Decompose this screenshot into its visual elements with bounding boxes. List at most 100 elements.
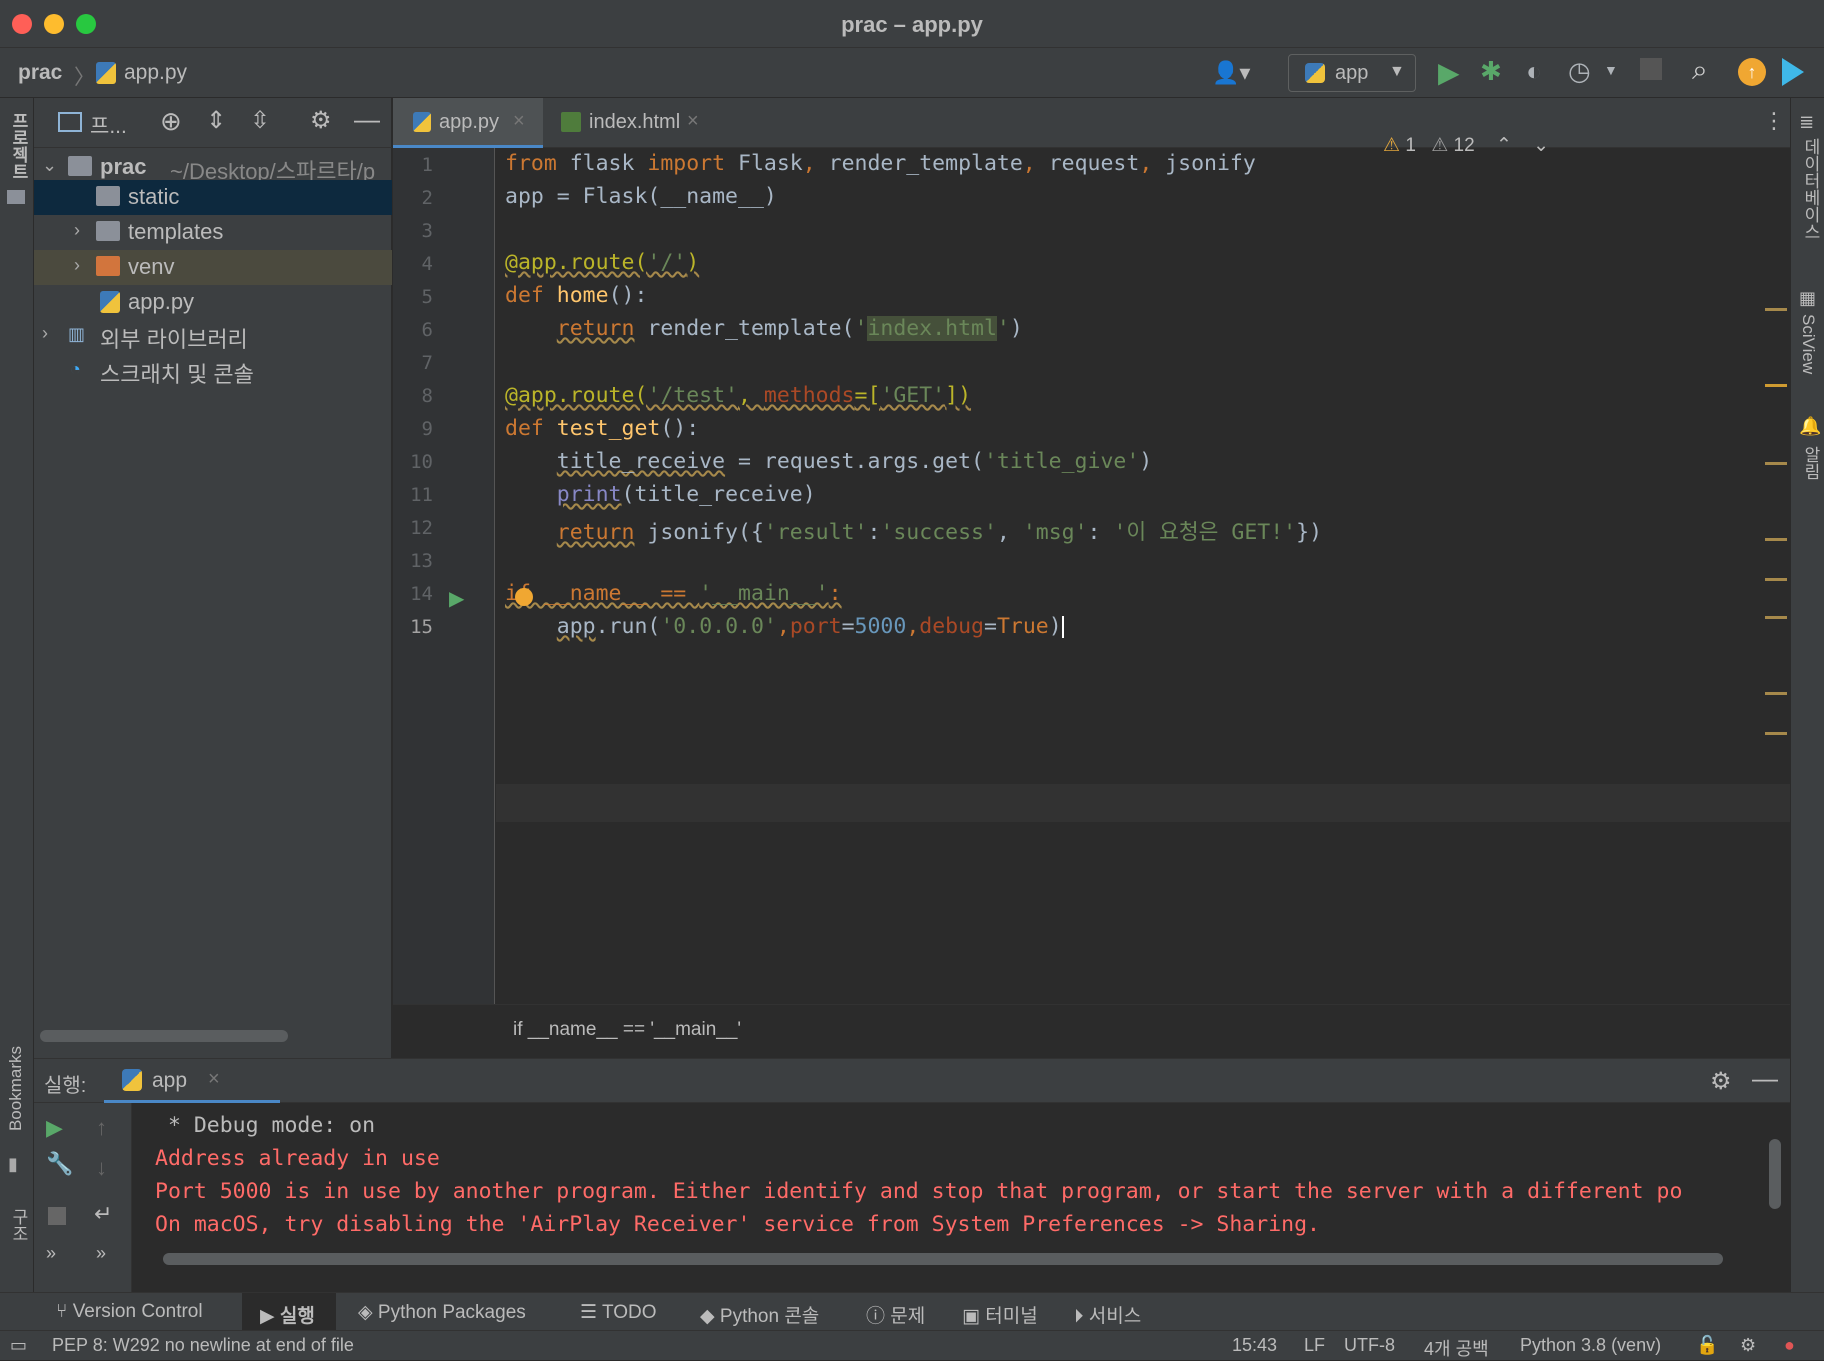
rerun-icon[interactable]: ▶ [46, 1115, 63, 1141]
horizontal-scrollbar[interactable] [163, 1253, 1723, 1265]
code-line[interactable]: if __name__ == '__main__': [505, 581, 842, 606]
hide-panel-icon[interactable]: — [354, 104, 380, 135]
chevron-right-icon[interactable]: › [74, 255, 80, 276]
locate-icon[interactable]: ⊕ [160, 106, 182, 137]
scroll-marker[interactable] [1765, 538, 1787, 541]
tab-app-py[interactable]: app.py × [393, 98, 543, 148]
tree-item-external-libraries[interactable]: › ▥ 외부 라이브러리 [34, 318, 392, 353]
code-line[interactable]: @app.route('/') [505, 250, 699, 275]
more-actions-icon[interactable]: » [96, 1243, 106, 1264]
python-interpreter[interactable]: Python 3.8 (venv) [1520, 1335, 1661, 1356]
gear-icon[interactable]: ⚙ [1710, 1067, 1732, 1096]
more-actions-icon[interactable]: » [46, 1243, 56, 1264]
tab-terminal[interactable]: ▣ 터미널 [962, 1293, 1038, 1331]
tab-todo[interactable]: ☰ TODO [580, 1293, 657, 1331]
error-icon[interactable]: ● [1784, 1335, 1795, 1356]
code-line[interactable]: def test_get(): [505, 416, 699, 441]
tree-item-venv[interactable]: › venv [34, 250, 392, 285]
code-with-me-icon[interactable] [1782, 58, 1804, 86]
project-view-icon[interactable] [58, 112, 82, 132]
debug-icon[interactable]: ✱ [1480, 56, 1502, 87]
notifications-tool-tab[interactable]: 알림 [1798, 446, 1823, 480]
scroll-marker[interactable] [1765, 308, 1787, 311]
console-output[interactable]: * Debug mode: on Address already in use … [133, 1103, 1790, 1293]
more-run-options-icon[interactable]: ▼ [1604, 62, 1618, 78]
caret-position[interactable]: 15:43 [1232, 1335, 1277, 1356]
line-separator[interactable]: LF [1304, 1335, 1325, 1356]
hide-panel-icon[interactable]: — [1752, 1063, 1778, 1094]
tab-version-control[interactable]: ⑂ Version Control [56, 1293, 203, 1331]
vertical-scrollbar[interactable] [1769, 1139, 1781, 1209]
lock-icon[interactable]: 🔓 [1696, 1335, 1718, 1356]
profile-icon[interactable]: ◷ [1568, 56, 1591, 87]
tab-run[interactable]: ▶ 실행 [242, 1293, 336, 1331]
collapse-all-icon[interactable]: ⇳ [250, 106, 270, 135]
project-tool-tab[interactable]: 프로젝트 [6, 112, 31, 180]
scroll-marker[interactable] [1765, 384, 1787, 387]
chevron-right-icon[interactable]: › [42, 323, 48, 344]
scroll-marker[interactable] [1765, 692, 1787, 695]
code-line[interactable]: @app.route('/test', methods=['GET']) [505, 383, 971, 408]
close-tab-icon[interactable]: × [513, 110, 525, 133]
breadcrumb-project[interactable]: prac [18, 61, 62, 85]
stop-icon[interactable] [1640, 58, 1662, 80]
run-gutter-icon[interactable]: ▶ [449, 586, 464, 611]
wrench-icon[interactable]: 🔧 [46, 1151, 73, 1177]
run-tab-app[interactable]: app × [104, 1059, 280, 1103]
tree-item-static[interactable]: static [34, 180, 392, 215]
close-tab-icon[interactable]: × [208, 1068, 220, 1091]
code-line[interactable]: return jsonify({'result':'success', 'msg… [505, 515, 1322, 546]
tab-python-packages[interactable]: ◈ Python Packages [358, 1293, 526, 1331]
close-tab-icon[interactable]: × [687, 110, 699, 133]
tree-item-templates[interactable]: › templates [34, 215, 392, 250]
project-panel-title[interactable]: 프... [90, 110, 127, 140]
scroll-marker[interactable] [1765, 462, 1787, 465]
more-tabs-icon[interactable]: ⋮ [1763, 108, 1785, 134]
code-line[interactable]: from flask import Flask, render_template… [505, 151, 1256, 176]
sciview-tool-tab[interactable]: SciView [1798, 314, 1818, 374]
scroll-marker[interactable] [1765, 578, 1787, 581]
code-line[interactable]: app = Flask(__name__) [505, 184, 777, 209]
breadcrumb-file[interactable]: app.py [124, 61, 187, 85]
run-icon[interactable]: ▶ [1438, 56, 1460, 89]
scroll-down-icon[interactable]: ↓ [96, 1155, 107, 1181]
tab-python-console[interactable]: ◆ Python 콘솔 [700, 1293, 819, 1331]
indent-setting[interactable]: 4개 공백 [1424, 1335, 1489, 1361]
status-message[interactable]: PEP 8: W292 no newline at end of file [52, 1335, 354, 1356]
scroll-marker[interactable] [1765, 732, 1787, 735]
layout-icon[interactable]: ▭ [10, 1335, 27, 1356]
inspection-widget[interactable]: ⚠ 1 ⚠ 12 ⌃ ⌄ [1383, 134, 1549, 157]
stop-icon[interactable] [48, 1207, 66, 1225]
intention-bulb-icon[interactable] [515, 588, 533, 606]
bookmarks-tool-tab[interactable]: Bookmarks [6, 1046, 26, 1131]
account-icon[interactable]: 👤▾ [1212, 60, 1250, 86]
tab-services[interactable]: ⏵ 서비스 [1074, 1293, 1141, 1331]
code-line[interactable]: app.run('0.0.0.0',port=5000,debug=True) [505, 614, 1064, 639]
horizontal-scrollbar[interactable] [40, 1030, 288, 1042]
scroll-marker[interactable] [1765, 616, 1787, 619]
tree-item-scratches[interactable]: ◔ 스크래치 및 콘솔 [34, 353, 392, 388]
next-problem-icon[interactable]: ⌄ [1533, 135, 1549, 156]
code-line[interactable]: return render_template('index.html') [505, 316, 1023, 341]
code-line[interactable]: title_receive = request.args.get('title_… [505, 449, 1152, 474]
run-configuration-select[interactable]: app ▼ [1288, 54, 1416, 92]
code-breadcrumb[interactable]: if __name__ == '__main__' [513, 1019, 741, 1041]
structure-tool-tab[interactable]: 구조 [6, 1208, 31, 1242]
code-line[interactable]: def home(): [505, 283, 647, 308]
chevron-down-icon[interactable]: ⌄ [42, 155, 57, 176]
tree-item-app-py[interactable]: app.py [34, 285, 392, 320]
database-tool-tab[interactable]: 데이터베이스 [1798, 138, 1823, 240]
search-icon[interactable]: ⌕ [1692, 54, 1708, 87]
chevron-right-icon[interactable]: › [74, 220, 80, 241]
tab-problems[interactable]: ⓘ 문제 [866, 1293, 925, 1331]
soft-wrap-icon[interactable]: ↵ [94, 1201, 112, 1227]
coverage-icon[interactable]: ◐ [1526, 56, 1542, 87]
file-encoding[interactable]: UTF-8 [1344, 1335, 1395, 1356]
code-line[interactable]: print(title_receive) [505, 482, 816, 507]
expand-all-icon[interactable]: ⇕ [206, 106, 226, 135]
update-icon[interactable]: ↑ [1738, 58, 1766, 86]
scroll-up-icon[interactable]: ↑ [96, 1115, 107, 1141]
settings-icon[interactable]: ⚙ [1740, 1335, 1756, 1356]
tab-index-html[interactable]: index.html × [545, 98, 717, 148]
previous-problem-icon[interactable]: ⌃ [1496, 135, 1512, 156]
